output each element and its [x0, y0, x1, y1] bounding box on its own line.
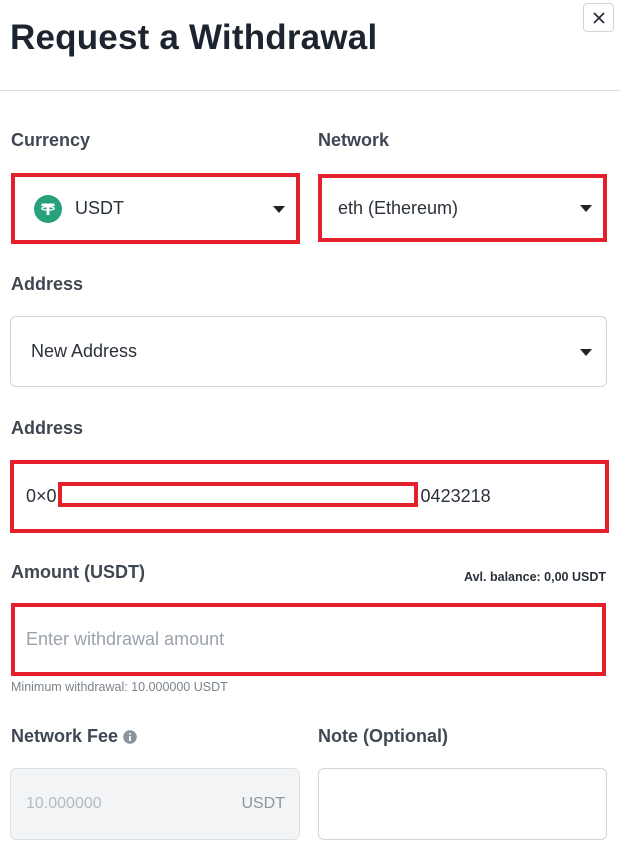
- chevron-down-icon: [580, 348, 592, 356]
- available-balance: Avl. balance: 0,00 USDT: [464, 570, 606, 584]
- currency-value: USDT: [75, 198, 124, 218]
- network-fee-unit: USDT: [241, 795, 285, 812]
- network-fee-label-group: Network Fee: [11, 726, 137, 747]
- network-select[interactable]: eth (Ethereum): [318, 174, 607, 242]
- chevron-down-icon: [273, 205, 285, 213]
- address-book-select[interactable]: New Address: [10, 316, 607, 387]
- network-fee-label: Network Fee: [11, 726, 119, 746]
- currency-label: Currency: [11, 130, 91, 150]
- close-button[interactable]: [583, 3, 614, 32]
- chevron-down-icon: [580, 205, 592, 212]
- note-textarea[interactable]: [318, 768, 607, 840]
- tether-icon: [34, 194, 62, 223]
- network-value: eth (Ethereum): [338, 197, 459, 218]
- amount-field[interactable]: Enter withdrawal amount: [11, 603, 606, 676]
- dialog-title: Request a Withdrawal: [10, 18, 378, 57]
- note-label: Note (Optional): [318, 726, 448, 746]
- address-value-suffix: 0423218: [420, 486, 491, 506]
- address-select-label: Address: [11, 274, 84, 294]
- info-icon[interactable]: [123, 729, 137, 744]
- close-icon: [592, 11, 605, 24]
- header-divider: [0, 90, 620, 91]
- address-value-prefix: 0×0: [26, 486, 57, 506]
- network-fee-field: 10.000000 USDT: [10, 768, 300, 840]
- address-select-value: New Address: [31, 341, 138, 361]
- network-label: Network: [318, 130, 390, 150]
- address-input-label: Address: [11, 418, 84, 438]
- address-input[interactable]: 0×0 0423218: [10, 460, 609, 533]
- amount-placeholder: Enter withdrawal amount: [26, 629, 225, 649]
- network-fee-value: 10.000000: [26, 795, 102, 812]
- amount-label: Amount (USDT): [11, 562, 145, 582]
- currency-select[interactable]: USDT: [11, 173, 300, 244]
- minimum-withdrawal-hint: Minimum withdrawal: 10.000000 USDT: [11, 680, 228, 694]
